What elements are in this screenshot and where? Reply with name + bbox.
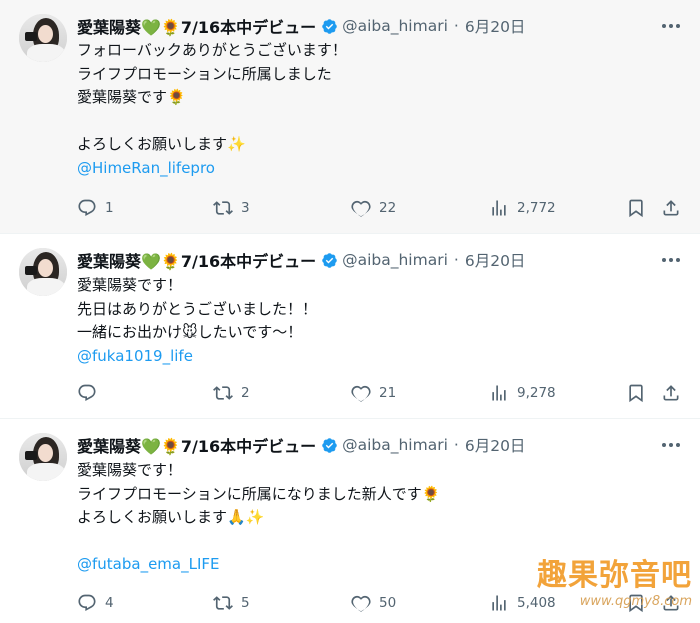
avatar[interactable] — [19, 248, 67, 296]
like-button[interactable]: 50 — [351, 592, 396, 614]
share-icon — [663, 385, 679, 401]
tweet-line — [77, 110, 347, 134]
retweet-icon — [213, 201, 233, 215]
views-button[interactable]: 2,772 — [489, 197, 556, 219]
action-bar: 1 3 22 2,772 — [77, 197, 683, 219]
separator: · — [453, 436, 459, 454]
retweet-icon — [213, 596, 233, 610]
reply-icon — [78, 384, 96, 402]
verified-badge-icon — [322, 437, 337, 453]
separator: · — [453, 17, 459, 35]
tweet-line: 愛葉陽葵です🌻 — [77, 88, 186, 106]
mention-link[interactable]: @HimeRan_lifepro — [77, 157, 347, 181]
bookmark-button[interactable] — [626, 382, 646, 404]
heart-icon — [351, 200, 371, 217]
reply-icon — [78, 594, 96, 612]
more-icon[interactable] — [662, 17, 680, 35]
more-icon[interactable] — [662, 436, 680, 454]
timestamp[interactable]: 6月20日 — [465, 15, 526, 37]
retweet-button[interactable]: 5 — [213, 592, 250, 614]
like-count: 50 — [379, 595, 397, 611]
like-count: 21 — [379, 385, 397, 401]
tweet-line: ライフプロモーションに所属になりました新人です🌻 — [77, 484, 441, 503]
retweet-count: 3 — [241, 200, 250, 216]
tweet-line: よろしくお願いします🙏✨ — [77, 508, 265, 526]
views-icon — [492, 595, 506, 611]
share-button[interactable] — [661, 382, 681, 404]
tweet-line: ライフプロモーションに所属しました — [77, 64, 332, 83]
mention-link[interactable]: @fuka1019_life — [77, 345, 317, 369]
reply-count: 4 — [105, 595, 114, 611]
bookmark-icon — [629, 199, 643, 218]
like-count: 22 — [379, 200, 397, 216]
views-button[interactable]: 9,278 — [489, 382, 556, 404]
action-bar: 2 21 9,278 — [77, 382, 683, 404]
bookmark-icon — [629, 384, 643, 403]
retweet-button[interactable]: 2 — [213, 382, 250, 404]
display-name[interactable]: 愛葉陽葵💚🌻7/16本中デビュー — [77, 248, 316, 272]
retweet-icon — [213, 386, 233, 400]
tweet-line: 先日はありがとうございました！！ — [77, 299, 318, 318]
timestamp[interactable]: 6月20日 — [465, 434, 526, 456]
verified-badge-icon — [322, 252, 337, 268]
tweet-line: 愛葉陽葵です！ — [77, 276, 183, 294]
avatar[interactable] — [19, 433, 67, 481]
display-name[interactable]: 愛葉陽葵💚🌻7/16本中デビュー — [77, 433, 316, 457]
tweet-text: 愛葉陽葵です！ ライフプロモーションに所属になりました新人です🌻 よろしくお願い… — [77, 459, 440, 577]
tweet-line: 一緒にお出かけ🐭したいです〜！ — [77, 323, 303, 341]
tweet[interactable]: 愛葉陽葵💚🌻7/16本中デビュー @aiba_himari · 6月20日 フォ… — [0, 0, 700, 234]
view-count: 2,772 — [517, 200, 556, 216]
watermark-url: www.qgmy8.com — [579, 594, 692, 609]
tweet-text: 愛葉陽葵です！ 先日はありがとうございました！！ 一緒にお出かけ🐭したいです〜！… — [77, 274, 317, 368]
reply-button[interactable]: 4 — [77, 592, 114, 614]
heart-icon — [351, 595, 371, 612]
more-icon[interactable] — [662, 251, 680, 269]
reply-button[interactable]: 1 — [77, 197, 114, 219]
like-button[interactable]: 21 — [351, 382, 396, 404]
tweet-line — [77, 530, 440, 554]
heart-icon — [351, 385, 371, 402]
reply-icon — [78, 199, 96, 217]
avatar[interactable] — [19, 14, 67, 62]
tweet-line: よろしくお願いします✨ — [77, 135, 246, 153]
retweet-count: 2 — [241, 385, 250, 401]
views-icon — [492, 200, 506, 216]
tweet-header: 愛葉陽葵💚🌻7/16本中デビュー @aiba_himari · 6月20日 — [77, 249, 525, 271]
share-button[interactable] — [661, 197, 681, 219]
tweet[interactable]: 愛葉陽葵💚🌻7/16本中デビュー @aiba_himari · 6月20日 愛葉… — [0, 234, 700, 419]
tweet-header: 愛葉陽葵💚🌻7/16本中デビュー @aiba_himari · 6月20日 — [77, 15, 525, 37]
retweet-count: 5 — [241, 595, 250, 611]
share-icon — [663, 200, 679, 216]
display-name[interactable]: 愛葉陽葵💚🌻7/16本中デビュー — [77, 14, 316, 38]
handle[interactable]: @aiba_himari — [342, 436, 448, 454]
retweet-button[interactable]: 3 — [213, 197, 250, 219]
bookmark-button[interactable] — [626, 197, 646, 219]
tweet-line: フォローバックありがとうございます！ — [77, 41, 347, 59]
timestamp[interactable]: 6月20日 — [465, 249, 526, 271]
reply-count: 1 — [105, 200, 114, 216]
handle[interactable]: @aiba_himari — [342, 17, 448, 35]
tweet-header: 愛葉陽葵💚🌻7/16本中デビュー @aiba_himari · 6月20日 — [77, 434, 525, 456]
watermark-title: 趣果弥音吧 — [537, 558, 692, 593]
view-count: 9,278 — [517, 385, 556, 401]
like-button[interactable]: 22 — [351, 197, 396, 219]
watermark: 趣果弥音吧 www.qgmy8.com — [522, 558, 692, 610]
tweet-line: 愛葉陽葵です！ — [77, 461, 183, 479]
tweet-text: フォローバックありがとうございます！ ライフプロモーションに所属しました 愛葉陽… — [77, 39, 347, 180]
views-icon — [492, 385, 506, 401]
handle[interactable]: @aiba_himari — [342, 251, 448, 269]
verified-badge-icon — [322, 18, 337, 34]
reply-button[interactable] — [77, 382, 105, 404]
separator: · — [453, 251, 459, 269]
mention-link[interactable]: @futaba_ema_LIFE — [77, 553, 440, 577]
